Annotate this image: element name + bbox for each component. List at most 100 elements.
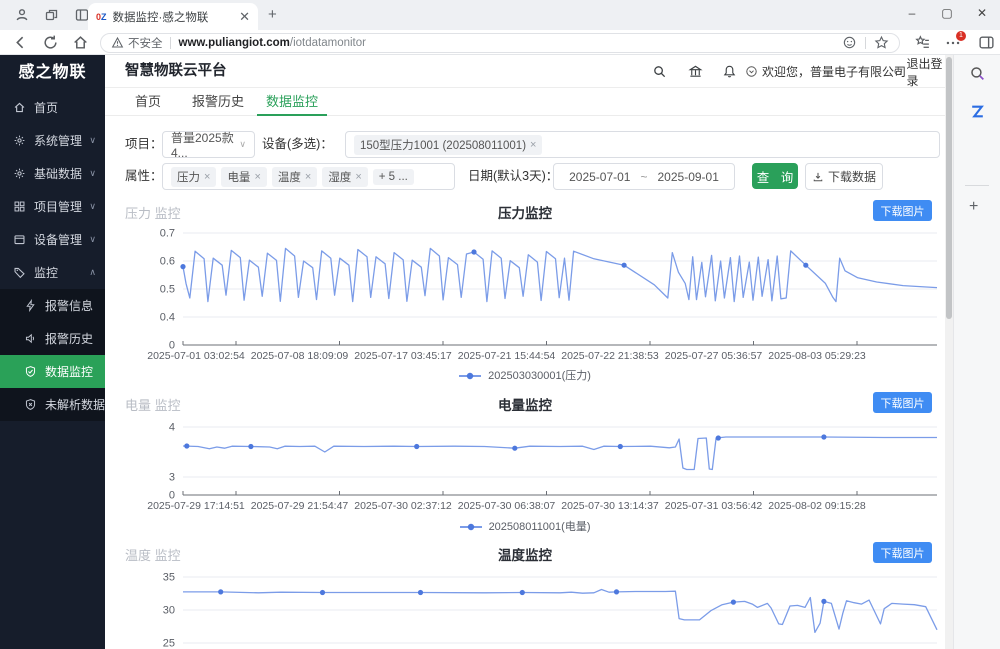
sidebar-item-monitor[interactable]: 监控 bbox=[0, 256, 105, 289]
chevron-down-icon bbox=[89, 135, 96, 146]
not-secure-label[interactable]: 不安全 bbox=[128, 35, 163, 51]
sidebar-item-label: 未解析数据 bbox=[45, 396, 105, 413]
scrollbar-thumb[interactable] bbox=[946, 57, 952, 319]
url-host[interactable]: www.puliangiot.com bbox=[179, 37, 290, 49]
bell-icon[interactable] bbox=[722, 64, 737, 79]
sidebar-search-icon[interactable] bbox=[969, 65, 986, 82]
page-scrollbar[interactable] bbox=[945, 55, 953, 649]
download-image-button[interactable]: 下载图片 bbox=[873, 200, 932, 221]
data-point-marker bbox=[821, 599, 826, 604]
tab-data-monitor[interactable]: 数据监控 bbox=[257, 88, 327, 116]
feedback-icon[interactable] bbox=[842, 35, 857, 50]
url-divider bbox=[865, 37, 866, 49]
collections-icon[interactable] bbox=[914, 34, 931, 51]
remove-tag-icon[interactable] bbox=[355, 171, 361, 183]
download-image-button[interactable]: 下载图片 bbox=[873, 392, 932, 413]
new-tab-button[interactable]: + bbox=[268, 6, 277, 23]
shield-check-icon bbox=[24, 365, 37, 378]
tab-alarm-history[interactable]: 报警历史 bbox=[192, 88, 244, 116]
organization-icon[interactable] bbox=[688, 64, 703, 79]
remove-tag-icon[interactable] bbox=[204, 171, 210, 183]
date-start[interactable]: 2025-07-01 bbox=[569, 170, 630, 184]
legend-marker-icon bbox=[459, 372, 481, 380]
data-point-marker bbox=[320, 590, 325, 595]
device-multiselect[interactable]: 150型压力1001 (202508011001) bbox=[345, 131, 940, 158]
date-end[interactable]: 2025-09-01 bbox=[658, 170, 719, 184]
app-logo: 感之物联 bbox=[0, 55, 105, 91]
refresh-icon[interactable] bbox=[42, 34, 59, 51]
battery-legend[interactable]: 202508011001(电量) bbox=[105, 518, 945, 534]
not-secure-warning-icon[interactable] bbox=[111, 36, 124, 49]
attribute-label: 属性： bbox=[125, 163, 163, 190]
chevron-down-icon: ∨ bbox=[239, 139, 246, 150]
chevron-up-icon bbox=[89, 267, 96, 278]
attribute-tag[interactable]: 电量 bbox=[221, 167, 266, 187]
data-point-marker bbox=[520, 590, 525, 595]
temperature-chart-title: 温度监控 bbox=[105, 544, 945, 564]
attribute-tag[interactable]: 压力 bbox=[171, 167, 216, 187]
pressure-legend[interactable]: 202503030001(压力) bbox=[105, 367, 945, 383]
shield-x-icon bbox=[24, 398, 37, 411]
series-line bbox=[183, 248, 937, 301]
sidebar-item-data-monitor[interactable]: 数据监控 bbox=[0, 355, 105, 388]
workspaces-icon[interactable] bbox=[44, 7, 60, 23]
favorite-star-icon[interactable] bbox=[874, 35, 889, 50]
series-line bbox=[183, 590, 937, 633]
attribute-multiselect[interactable]: 压力 电量 温度 湿度 + 5 ... bbox=[162, 163, 455, 190]
attribute-tag[interactable]: 温度 bbox=[272, 167, 317, 187]
sidebar-add-icon[interactable]: + bbox=[969, 198, 978, 216]
x-axis-label: 2025-07-31 03:56:42 bbox=[665, 500, 763, 512]
page-title: 智慧物联云平台 bbox=[125, 55, 227, 88]
x-axis-label: 2025-07-21 15:44:54 bbox=[458, 350, 556, 362]
download-data-button[interactable]: 下载数据 bbox=[805, 163, 883, 190]
monitor-submenu: 报警信息 报警历史 数据监控 未解析数据 bbox=[0, 289, 105, 421]
sidebar-divider bbox=[965, 185, 989, 186]
x-axis-label: 2025-07-29 21:54:47 bbox=[251, 500, 349, 512]
account-menu[interactable]: 欢迎您，普量电子有限公司 bbox=[745, 55, 906, 88]
sidebar-item-devices[interactable]: 设备管理 bbox=[0, 223, 105, 256]
edge-app-icon[interactable] bbox=[969, 103, 986, 120]
sidebar-item-unparsed-data[interactable]: 未解析数据 bbox=[0, 388, 105, 421]
sidebar-item-alarm-history[interactable]: 报警历史 bbox=[0, 322, 105, 355]
sidebar-item-projects[interactable]: 项目管理 bbox=[0, 190, 105, 223]
search-icon[interactable] bbox=[652, 64, 667, 79]
sidebar-item-alarm-info[interactable]: 报警信息 bbox=[0, 289, 105, 322]
remove-tag-icon[interactable] bbox=[305, 171, 311, 183]
remove-tag-icon[interactable] bbox=[530, 139, 536, 151]
address-bar[interactable]: 不安全 www.puliangiot.com /iotdatamonitor bbox=[100, 33, 900, 53]
device-tag[interactable]: 150型压力1001 (202508011001) bbox=[354, 135, 542, 155]
attribute-more-tag[interactable]: + 5 ... bbox=[373, 169, 414, 185]
remove-tag-icon[interactable] bbox=[254, 171, 260, 183]
sidebar-item-base-data[interactable]: 基础数据 bbox=[0, 157, 105, 190]
window-close-button[interactable]: ✕ bbox=[968, 6, 996, 20]
data-point-marker bbox=[471, 249, 476, 254]
x-axis-label: 2025-07-29 17:14:51 bbox=[147, 500, 245, 512]
svg-text:30: 30 bbox=[163, 605, 175, 617]
tab-home[interactable]: 首页 bbox=[135, 88, 161, 116]
sidebar-item-label: 系统管理 bbox=[34, 132, 82, 149]
back-icon[interactable] bbox=[12, 34, 29, 51]
project-select[interactable]: 普量2025款4... ∨ bbox=[162, 131, 255, 158]
download-image-button[interactable]: 下载图片 bbox=[873, 542, 932, 563]
home-icon[interactable] bbox=[72, 34, 89, 51]
browser-menu-button[interactable]: 1 bbox=[944, 34, 962, 52]
url-path[interactable]: /iotdatamonitor bbox=[290, 37, 834, 49]
pressure-chart: 0.70.60.50.402025-07-01 03:02:542025-07-… bbox=[105, 226, 945, 366]
logout-button[interactable]: 退出登录 bbox=[893, 55, 945, 88]
date-range-picker[interactable]: 2025-07-01 ~ 2025-09-01 bbox=[553, 163, 735, 190]
sidebar-item-home[interactable]: 首页 bbox=[0, 91, 105, 124]
sidebar-item-system[interactable]: 系统管理 bbox=[0, 124, 105, 157]
query-button[interactable]: 查 询 bbox=[752, 163, 798, 189]
pressure-chart-title: 压力监控 bbox=[105, 202, 945, 222]
active-browser-tab[interactable]: 0Z 数据监控·感之物联 ✕ bbox=[88, 3, 258, 30]
sidebar-toggle-icon[interactable] bbox=[978, 34, 995, 51]
grid-icon bbox=[13, 200, 26, 213]
welcome-text: 欢迎您，普量电子有限公司 bbox=[762, 63, 906, 80]
tab-close-icon[interactable]: ✕ bbox=[239, 9, 250, 25]
profile-icon[interactable] bbox=[14, 7, 30, 23]
window-minimize-button[interactable]: – bbox=[898, 6, 926, 20]
sidebar-item-label: 首页 bbox=[34, 99, 58, 116]
window-maximize-button[interactable]: ▢ bbox=[933, 6, 961, 20]
data-point-marker bbox=[218, 589, 223, 594]
attribute-tag[interactable]: 湿度 bbox=[322, 167, 367, 187]
